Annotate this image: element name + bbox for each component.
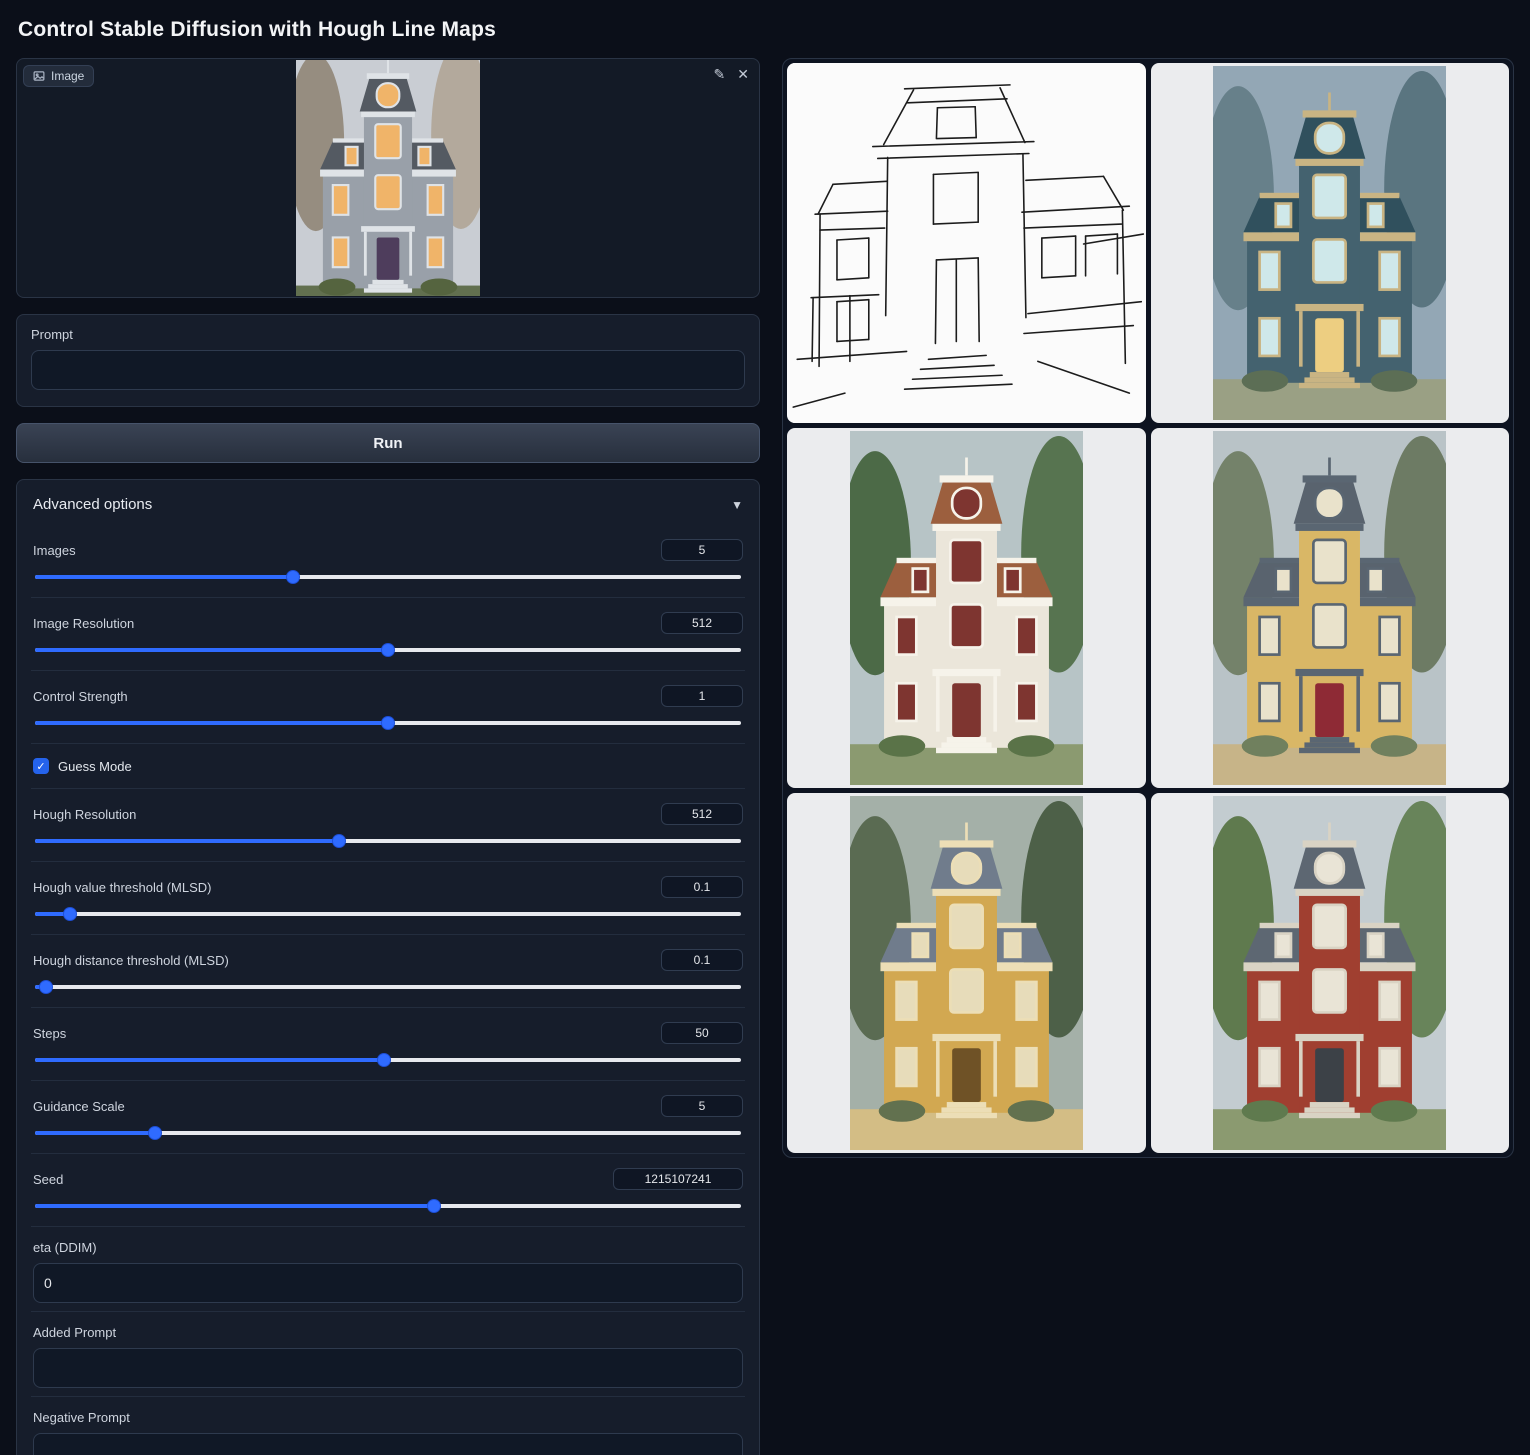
- slider-label-hough-value-threshold: Hough value threshold (MLSD): [33, 880, 211, 895]
- page-title: Control Stable Diffusion with Hough Line…: [18, 18, 1514, 42]
- gallery-item-result-3[interactable]: [1151, 428, 1510, 788]
- slider-handle-steps[interactable]: [377, 1053, 391, 1067]
- gallery-item-result-2[interactable]: [787, 428, 1146, 788]
- slider-label-hough-resolution: Hough Resolution: [33, 807, 136, 822]
- prompt-input[interactable]: [31, 350, 745, 390]
- slider-track-guidance-scale[interactable]: [35, 1131, 741, 1135]
- advanced-options-title: Advanced options: [33, 496, 152, 513]
- slider-handle-hough-value-threshold[interactable]: [63, 907, 77, 921]
- slider-track-control-strength[interactable]: [35, 721, 741, 725]
- slider-row-steps: Steps 50: [31, 1007, 745, 1080]
- slider-fill: [35, 721, 388, 725]
- eta-field: eta (DDIM): [31, 1226, 745, 1311]
- slider-fill: [35, 575, 293, 579]
- guess-mode-checkbox[interactable]: ✓: [33, 758, 49, 774]
- slider-track-steps[interactable]: [35, 1058, 741, 1062]
- slider-handle-guidance-scale[interactable]: [148, 1126, 162, 1140]
- slider-handle-image-resolution[interactable]: [381, 643, 395, 657]
- slider-label-hough-distance-threshold: Hough distance threshold (MLSD): [33, 953, 229, 968]
- negative-prompt-input[interactable]: [33, 1433, 743, 1455]
- image-tab: Image: [23, 65, 94, 87]
- gallery-image-result-1[interactable]: [1213, 66, 1446, 420]
- slider-handle-hough-distance-threshold[interactable]: [39, 980, 53, 994]
- close-icon: ✕: [737, 66, 749, 82]
- slider-value-guidance-scale[interactable]: 5: [661, 1095, 743, 1117]
- edit-image-button[interactable]: ✎: [714, 67, 726, 81]
- slider-track-hough-value-threshold[interactable]: [35, 912, 741, 916]
- slider-row-guidance-scale: Guidance Scale 5: [31, 1080, 745, 1153]
- slider-track-images[interactable]: [35, 575, 741, 579]
- gallery-image-result-5[interactable]: [1213, 796, 1446, 1150]
- prompt-label: Prompt: [31, 327, 745, 342]
- negative-prompt-label: Negative Prompt: [33, 1410, 743, 1425]
- slider-handle-seed[interactable]: [427, 1199, 441, 1213]
- slider-track-seed[interactable]: [35, 1204, 741, 1208]
- slider-label-steps: Steps: [33, 1026, 66, 1041]
- image-panel-actions: ✎ ✕: [714, 67, 749, 81]
- gallery-item-result-5[interactable]: [1151, 793, 1510, 1153]
- slider-row-images: Images 5: [31, 525, 745, 597]
- slider-handle-images[interactable]: [286, 570, 300, 584]
- slider-row-hough-value-threshold: Hough value threshold (MLSD) 0.1: [31, 861, 745, 934]
- negative-prompt-field: Negative Prompt: [31, 1396, 745, 1455]
- slider-fill: [35, 1058, 384, 1062]
- slider-value-seed[interactable]: 1215107241: [613, 1168, 743, 1190]
- collapse-caret-icon[interactable]: ▼: [731, 498, 743, 512]
- output-gallery: [782, 58, 1514, 1158]
- slider-label-image-resolution: Image Resolution: [33, 616, 134, 631]
- gallery-item-hough-map[interactable]: [787, 63, 1146, 423]
- slider-row-hough-resolution: Hough Resolution 512: [31, 788, 745, 861]
- guess-mode-row: ✓ Guess Mode: [31, 743, 745, 788]
- slider-value-hough-value-threshold[interactable]: 0.1: [661, 876, 743, 898]
- run-button[interactable]: Run: [16, 423, 760, 463]
- slider-handle-control-strength[interactable]: [381, 716, 395, 730]
- slider-handle-hough-resolution[interactable]: [332, 834, 346, 848]
- slider-label-guidance-scale: Guidance Scale: [33, 1099, 125, 1114]
- slider-fill: [35, 1204, 434, 1208]
- eta-label: eta (DDIM): [33, 1240, 743, 1255]
- slider-value-images[interactable]: 5: [661, 539, 743, 561]
- added-prompt-input[interactable]: [33, 1348, 743, 1388]
- gallery-image-result-3[interactable]: [1213, 431, 1446, 785]
- slider-track-hough-distance-threshold[interactable]: [35, 985, 741, 989]
- slider-label-control-strength: Control Strength: [33, 689, 128, 704]
- eta-input[interactable]: [33, 1263, 743, 1303]
- remove-image-button[interactable]: ✕: [737, 67, 749, 81]
- slider-value-image-resolution[interactable]: 512: [661, 612, 743, 634]
- pencil-icon: ✎: [714, 66, 726, 82]
- slider-row-hough-distance-threshold: Hough distance threshold (MLSD) 0.1: [31, 934, 745, 1007]
- image-tab-label: Image: [51, 69, 84, 83]
- slider-track-image-resolution[interactable]: [35, 648, 741, 652]
- gallery-item-result-4[interactable]: [787, 793, 1146, 1153]
- slider-fill: [35, 648, 388, 652]
- slider-value-steps[interactable]: 50: [661, 1022, 743, 1044]
- controls-column: Image ✎ ✕ Prompt Run Ad: [16, 58, 760, 1455]
- guess-mode-label: Guess Mode: [58, 759, 132, 774]
- gallery-image-hough-map[interactable]: [787, 63, 1146, 423]
- app: Control Stable Diffusion with Hough Line…: [0, 0, 1530, 1455]
- input-image[interactable]: [296, 60, 480, 296]
- advanced-options-panel: Advanced options ▼ Images 5: [16, 479, 760, 1455]
- prompt-block: Prompt: [16, 314, 760, 407]
- input-image-panel[interactable]: Image ✎ ✕: [16, 58, 760, 298]
- slider-label-images: Images: [33, 543, 76, 558]
- slider-row-control-strength: Control Strength 1: [31, 670, 745, 743]
- image-icon: [33, 70, 45, 82]
- slider-value-hough-resolution[interactable]: 512: [661, 803, 743, 825]
- slider-row-image-resolution: Image Resolution 512: [31, 597, 745, 670]
- gallery-image-result-4[interactable]: [850, 796, 1083, 1150]
- advanced-options-header[interactable]: Advanced options ▼: [31, 494, 745, 525]
- slider-track-hough-resolution[interactable]: [35, 839, 741, 843]
- slider-label-seed: Seed: [33, 1172, 63, 1187]
- added-prompt-label: Added Prompt: [33, 1325, 743, 1340]
- gallery-image-result-2[interactable]: [850, 431, 1083, 785]
- results-column: [782, 58, 1514, 1158]
- added-prompt-field: Added Prompt: [31, 1311, 745, 1396]
- slider-value-hough-distance-threshold[interactable]: 0.1: [661, 949, 743, 971]
- slider-fill: [35, 839, 339, 843]
- slider-row-seed: Seed 1215107241: [31, 1153, 745, 1226]
- gallery-item-result-1[interactable]: [1151, 63, 1510, 423]
- slider-fill: [35, 1131, 155, 1135]
- slider-value-control-strength[interactable]: 1: [661, 685, 743, 707]
